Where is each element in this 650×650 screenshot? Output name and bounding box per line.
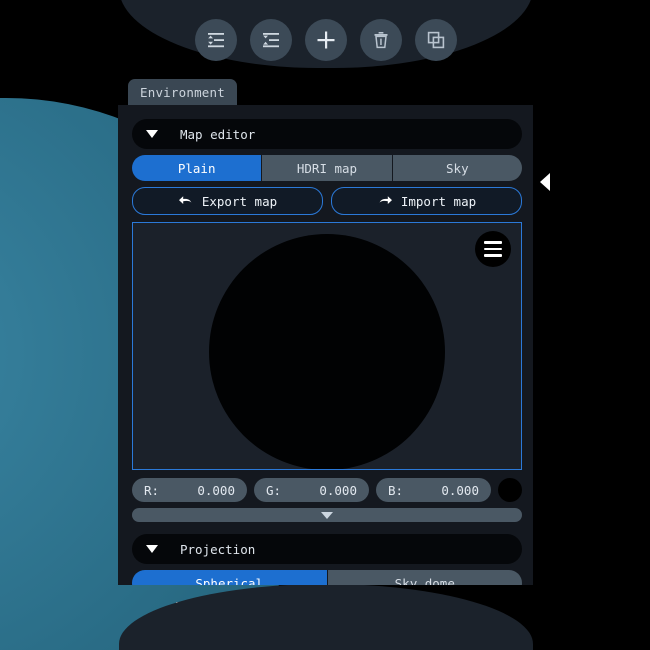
segment-plain-label: Plain <box>177 160 216 176</box>
collapse-all-button[interactable] <box>250 19 292 61</box>
segment-hdri-map[interactable]: HDRI map <box>262 155 393 181</box>
color-fields-row: R: 0.000 G: 0.000 B: 0.000 <box>132 478 522 502</box>
color-field-g-label: G: <box>266 482 282 498</box>
color-field-b-value: 0.000 <box>441 482 479 498</box>
import-map-label: Import map <box>400 193 477 209</box>
segment-sky-label: Sky <box>446 160 469 176</box>
preview-sphere <box>209 234 445 469</box>
segment-plain[interactable]: Plain <box>132 155 263 181</box>
segment-sky[interactable]: Sky <box>392 155 522 181</box>
section-title-map-editor: Map editor <box>180 126 256 142</box>
panel-content: Map editor Plain HDRI map Sky Export map… <box>132 119 522 585</box>
color-field-g-value: 0.000 <box>319 482 357 498</box>
color-field-r-value: 0.000 <box>197 482 235 498</box>
section-header-projection[interactable]: Projection <box>132 534 522 564</box>
color-field-b-label: B: <box>388 482 404 498</box>
collapse-panel-handle[interactable] <box>536 170 554 194</box>
duplicate-icon <box>425 29 447 51</box>
map-io-row: Export map Import map <box>132 187 522 215</box>
export-map-button[interactable]: Export map <box>132 187 323 215</box>
hamburger-icon-line <box>484 254 502 257</box>
color-field-r-label: R: <box>144 482 160 498</box>
add-button[interactable] <box>305 19 347 61</box>
color-swatch[interactable] <box>498 478 522 502</box>
chevron-down-icon <box>321 511 333 519</box>
delete-icon <box>370 29 392 51</box>
hamburger-icon-line <box>484 241 502 244</box>
arrow-redo-icon <box>377 194 393 208</box>
chevron-down-icon <box>146 545 158 553</box>
segment-hdri-map-label: HDRI map <box>296 160 358 176</box>
duplicate-button[interactable] <box>415 19 457 61</box>
export-map-label: Export map <box>201 193 278 209</box>
segment-spherical-label: Spherical <box>195 575 264 586</box>
chevron-down-icon <box>146 130 158 138</box>
tab-environment[interactable]: Environment <box>128 79 237 105</box>
hamburger-icon-line <box>484 247 502 251</box>
add-icon <box>314 28 338 52</box>
section-title-projection: Projection <box>180 541 256 557</box>
segment-sky-dome[interactable]: Sky dome <box>327 570 522 586</box>
projection-segmented-control: Spherical Sky dome <box>132 570 522 585</box>
section-header-map-editor[interactable]: Map editor <box>132 119 522 149</box>
map-type-segmented-control: Plain HDRI map Sky <box>132 155 522 181</box>
expand-color-options-bar[interactable] <box>132 508 522 522</box>
expand-all-icon <box>205 29 227 51</box>
preview-menu-button[interactable] <box>475 231 511 267</box>
color-field-r[interactable]: R: 0.000 <box>132 478 247 502</box>
toolbar <box>119 18 533 62</box>
segment-spherical[interactable]: Spherical <box>132 570 328 585</box>
arrow-undo-icon <box>178 194 194 208</box>
environment-panel: Map editor Plain HDRI map Sky Export map… <box>118 105 533 585</box>
color-field-g[interactable]: G: 0.000 <box>254 478 369 502</box>
color-field-b[interactable]: B: 0.000 <box>376 478 491 502</box>
delete-button[interactable] <box>360 19 402 61</box>
app-viewport: Environment Map editor Plain HDRI map Sk… <box>0 0 650 650</box>
chevron-left-icon <box>540 173 550 191</box>
expand-all-button[interactable] <box>195 19 237 61</box>
tab-environment-label: Environment <box>140 84 225 100</box>
import-map-button[interactable]: Import map <box>331 187 522 215</box>
segment-sky-dome-label: Sky dome <box>394 575 455 586</box>
collapse-all-icon <box>260 29 282 51</box>
map-preview[interactable] <box>132 222 522 470</box>
